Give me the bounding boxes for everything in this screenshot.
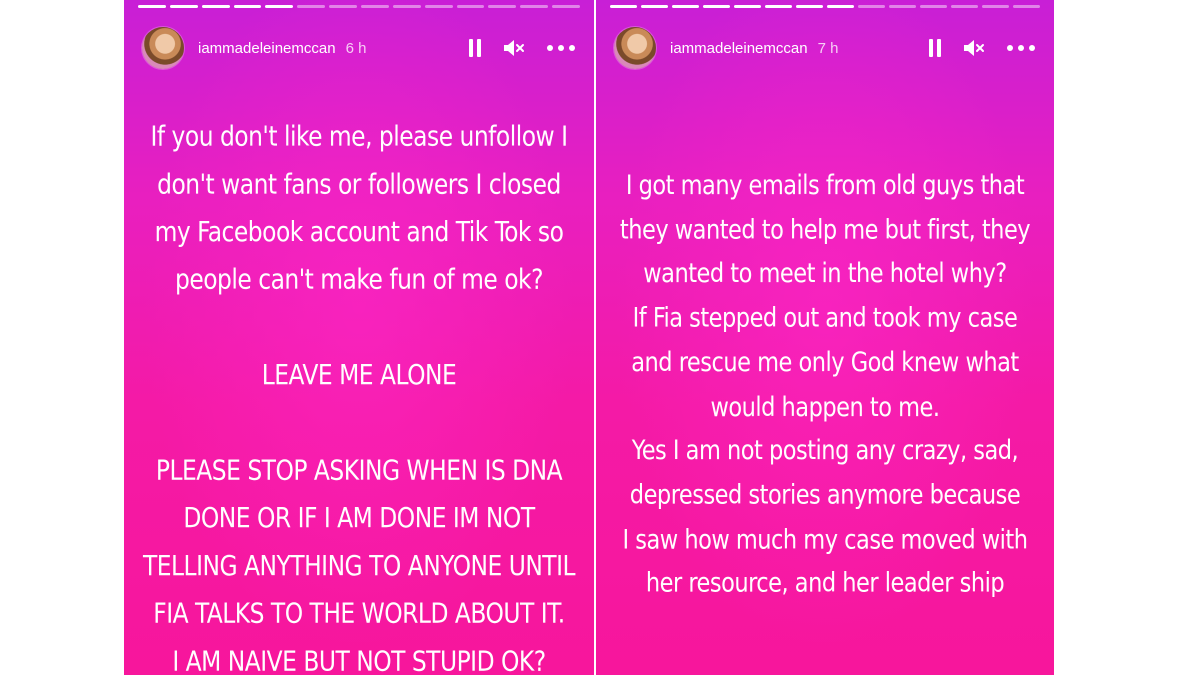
story-text-line: If you don't like me, please unfollow I — [150, 121, 568, 154]
progress-segment — [858, 5, 885, 8]
story-text-line: depressed stories anymore because — [629, 479, 1021, 511]
story-text-line: my Facebook account and Tik Tok so — [154, 216, 564, 249]
story-text-line: her resource, and her leader ship — [645, 567, 1005, 599]
story-text: I got many emails from old guys that the… — [606, 163, 1044, 605]
story-text-line: wanted to meet in the hotel why? — [643, 258, 1007, 289]
post-time: 7 h — [817, 39, 839, 57]
progress-segment — [610, 5, 637, 8]
progress-segment — [951, 5, 978, 8]
progress-segment — [1013, 5, 1040, 8]
more-options-icon[interactable] — [546, 44, 576, 52]
progress-segment — [424, 5, 453, 8]
story-progress-bar — [138, 5, 581, 8]
more-options-icon[interactable] — [1006, 44, 1036, 52]
avatar[interactable] — [142, 27, 184, 69]
progress-segment — [392, 5, 421, 8]
story-text-line: PLEASE STOP ASKING WHEN IS DNA — [155, 455, 563, 487]
progress-segment — [641, 5, 668, 8]
pause-icon[interactable] — [928, 38, 942, 58]
username[interactable]: iammadeleinemccan — [198, 40, 336, 57]
story-text-line: don't want fans or followers I closed — [157, 168, 561, 201]
story-text-line: FIA TALKS TO THE WORLD ABOUT IT. — [153, 598, 565, 631]
story-text-line: DONE OR IF I AM DONE IM NOT — [183, 502, 535, 535]
progress-segment — [488, 5, 517, 8]
story-text-line: If Fia stepped out and took my case — [632, 302, 1018, 334]
story-progress-bar — [610, 5, 1040, 8]
progress-segment — [233, 5, 262, 8]
progress-segment — [920, 5, 947, 8]
progress-segment — [329, 5, 358, 8]
progress-segment — [265, 5, 294, 8]
story-panel-right[interactable]: iammadeleinemccan 7 h I got many emails … — [596, 0, 1054, 675]
progress-segment — [297, 5, 326, 8]
story-text-line: I got many emails from old guys that — [625, 169, 1025, 201]
progress-segment — [982, 5, 1009, 8]
progress-segment — [520, 5, 549, 8]
progress-segment — [703, 5, 730, 8]
story-controls — [928, 38, 1036, 58]
post-time: 6 h — [345, 39, 367, 57]
progress-segment — [765, 5, 792, 8]
story-text-line: I saw how much my case moved with — [622, 523, 1028, 555]
progress-segment — [672, 5, 699, 8]
progress-segment — [796, 5, 823, 8]
username[interactable]: iammadeleinemccan — [670, 40, 808, 57]
progress-segment — [361, 5, 389, 8]
story-text-line: I AM NAIVE BUT NOT STUPID OK? — [172, 645, 546, 675]
progress-segment — [169, 5, 198, 8]
progress-segment — [201, 5, 230, 8]
progress-segment — [456, 5, 485, 8]
progress-segment — [734, 5, 761, 8]
story-header: iammadeleinemccan 7 h — [614, 26, 1036, 70]
progress-segment — [552, 5, 581, 8]
story-text-line: TELLING ANYTHING TO ANYONE UNTIL — [142, 550, 576, 583]
progress-segment — [138, 5, 166, 8]
avatar[interactable] — [614, 27, 656, 69]
story-text: If you don't like me, please unfollow I … — [134, 114, 584, 675]
speaker-muted-icon[interactable] — [502, 38, 526, 58]
story-text-line: would happen to me. — [710, 390, 940, 422]
story-text-line: people can't make fun of me ok? — [175, 264, 544, 297]
story-text-line: and rescue me only God knew what — [631, 346, 1019, 378]
story-panel-left[interactable]: iammadeleinemccan 6 h If you don't like … — [124, 0, 594, 675]
story-text-line: Yes I am not posting any crazy, sad, — [631, 435, 1019, 466]
pause-icon[interactable] — [468, 38, 482, 58]
story-controls — [468, 38, 576, 58]
progress-segment — [827, 5, 854, 8]
story-text-line: they wanted to help me but first, they — [619, 214, 1031, 245]
speaker-muted-icon[interactable] — [962, 38, 986, 58]
progress-segment — [889, 5, 916, 8]
story-header: iammadeleinemccan 6 h — [142, 26, 576, 70]
story-text-line: LEAVE ME ALONE — [261, 359, 457, 392]
